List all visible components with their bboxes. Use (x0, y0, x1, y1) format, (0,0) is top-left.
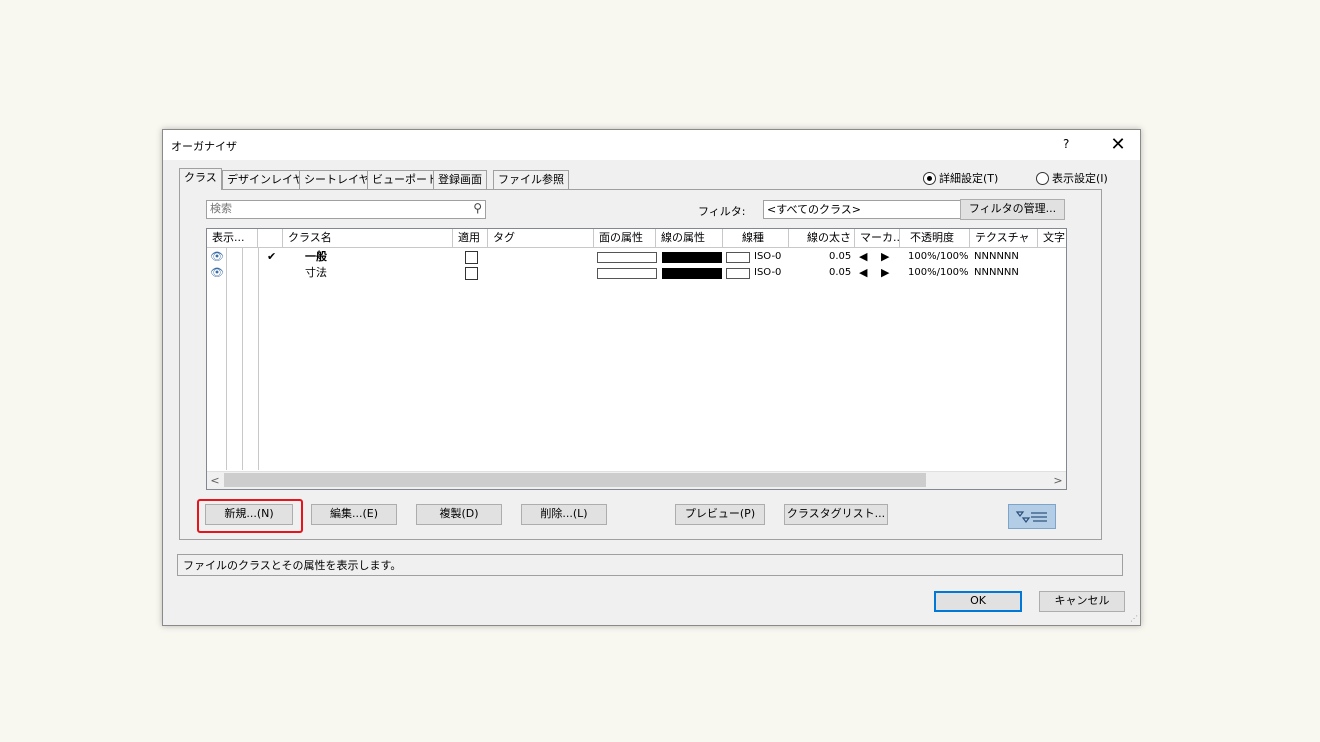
col-class-name[interactable]: クラス名 (283, 229, 453, 247)
texture-value: NNNNNN (974, 251, 1019, 262)
radio-selected-icon (923, 171, 936, 185)
scrollbar-thumb[interactable] (224, 473, 926, 487)
col-visibility[interactable]: 表示... (207, 229, 258, 247)
col-line-thickness[interactable]: 線の太さ (789, 229, 855, 247)
table-row[interactable]: 👁 ✔ 一般 ISO-0 0.05 ◀ ▶ 100%/100% NNNNNN (207, 249, 1066, 265)
tree-list-icon (1015, 511, 1047, 523)
new-button[interactable]: 新規...(N) (205, 504, 293, 525)
help-button[interactable]: ? (1063, 137, 1069, 151)
opacity-value: 100%/100% (908, 251, 969, 262)
preview-button[interactable]: プレビュー(P) (675, 504, 765, 525)
duplicate-button[interactable]: 複製(D) (416, 504, 502, 525)
filter-label: フィルタ: (698, 205, 746, 218)
active-checkmark: ✔ (267, 250, 277, 263)
tab-sheet-layer[interactable]: シートレイヤ (299, 170, 375, 189)
col-text[interactable]: 文字 (1038, 229, 1066, 247)
class-tag-list-button[interactable]: クラスタグリスト... (784, 504, 888, 525)
eye-icon[interactable]: 👁 (210, 265, 224, 281)
manage-filter-button[interactable]: フィルタの管理... (960, 199, 1065, 220)
opacity-value: 100%/100% (908, 267, 969, 278)
resize-grip-icon[interactable]: ⋰ (1130, 614, 1138, 623)
title-bar: オーガナイザ ? ✕ (163, 130, 1140, 160)
tab-file-reference[interactable]: ファイル参照 (493, 170, 569, 189)
edit-button[interactable]: 編集...(E) (311, 504, 397, 525)
thickness-value: 0.05 (829, 267, 852, 278)
col-marker[interactable]: マーカ... (855, 229, 900, 247)
thickness-value: 0.05 (829, 251, 852, 262)
class-name-cell: 一般 (305, 250, 327, 263)
ok-button[interactable]: OK (934, 591, 1022, 612)
col-fill-attr[interactable]: 面の属性 (594, 229, 656, 247)
col-tag[interactable]: タグ (488, 229, 594, 247)
col-line-type[interactable]: 線種 (723, 229, 789, 247)
col-apply[interactable]: 適用 (453, 229, 488, 247)
col-active[interactable] (258, 229, 283, 247)
search-box[interactable]: ⚲ (206, 200, 486, 219)
radio-detail-label: 詳細設定(T) (939, 172, 999, 185)
tab-class[interactable]: クラス (179, 168, 222, 190)
column-divider (226, 248, 227, 470)
column-divider (258, 248, 259, 470)
col-line-attr[interactable]: 線の属性 (656, 229, 723, 247)
line-attr-swatch (662, 268, 722, 279)
filter-dropdown[interactable]: <すべてのクラス> (763, 200, 964, 219)
class-name-cell: 寸法 (305, 266, 327, 279)
close-button[interactable]: ✕ (1105, 132, 1131, 158)
eye-icon[interactable]: 👁 (210, 249, 224, 265)
radio-display-label: 表示設定(I) (1052, 172, 1108, 185)
search-input[interactable] (207, 201, 460, 216)
fill-attr-swatch (597, 268, 657, 279)
class-table: 表示... クラス名 適用 タグ 面の属性 線の属性 線種 線の太さ マーカ..… (206, 228, 1067, 490)
organizer-dialog: オーガナイザ ? ✕ 詳細設定(T) 表示設定(I) クラス デザインレイヤ シ… (162, 129, 1141, 626)
delete-button[interactable]: 削除...(L) (521, 504, 607, 525)
column-divider (242, 248, 243, 470)
table-row[interactable]: 👁 寸法 ISO-0 0.05 ◀ ▶ 100%/100% NNNNNN (207, 265, 1066, 281)
table-header: 表示... クラス名 適用 タグ 面の属性 線の属性 線種 線の太さ マーカ..… (207, 229, 1066, 248)
radio-display-settings[interactable]: 表示設定(I) (1036, 170, 1108, 186)
apply-checkbox[interactable] (465, 267, 478, 280)
line-type-swatch (726, 268, 750, 279)
tab-registered-screen[interactable]: 登録画面 (433, 170, 487, 189)
fill-attr-swatch (597, 252, 657, 263)
tab-design-layer[interactable]: デザインレイヤ (222, 170, 309, 189)
marker-right-icon: ▶ (881, 250, 890, 263)
col-opacity[interactable]: 不透明度 (900, 229, 970, 247)
status-bar: ファイルのクラスとその属性を表示します。 (177, 554, 1123, 576)
line-type-swatch (726, 252, 750, 263)
scroll-right-icon[interactable]: > (1050, 472, 1066, 489)
scroll-left-icon[interactable]: < (207, 472, 223, 489)
line-type-value: ISO-0 (754, 267, 782, 278)
col-texture[interactable]: テクスチャ (970, 229, 1038, 247)
cancel-button[interactable]: キャンセル (1039, 591, 1125, 612)
tab-viewport[interactable]: ビューポート (367, 170, 443, 189)
texture-value: NNNNNN (974, 267, 1019, 278)
apply-checkbox[interactable] (465, 251, 478, 264)
marker-right-icon: ▶ (881, 266, 890, 279)
marker-left-icon: ◀ (859, 266, 868, 279)
marker-left-icon: ◀ (859, 250, 868, 263)
window-title: オーガナイザ (171, 140, 237, 153)
radio-unselected-icon (1036, 171, 1049, 185)
search-icon[interactable]: ⚲ (473, 201, 482, 215)
tree-view-toggle-button[interactable] (1008, 504, 1056, 529)
line-type-value: ISO-0 (754, 251, 782, 262)
radio-detail-settings[interactable]: 詳細設定(T) (923, 170, 998, 186)
line-attr-swatch (662, 252, 722, 263)
horizontal-scrollbar[interactable]: < > (207, 471, 1066, 489)
